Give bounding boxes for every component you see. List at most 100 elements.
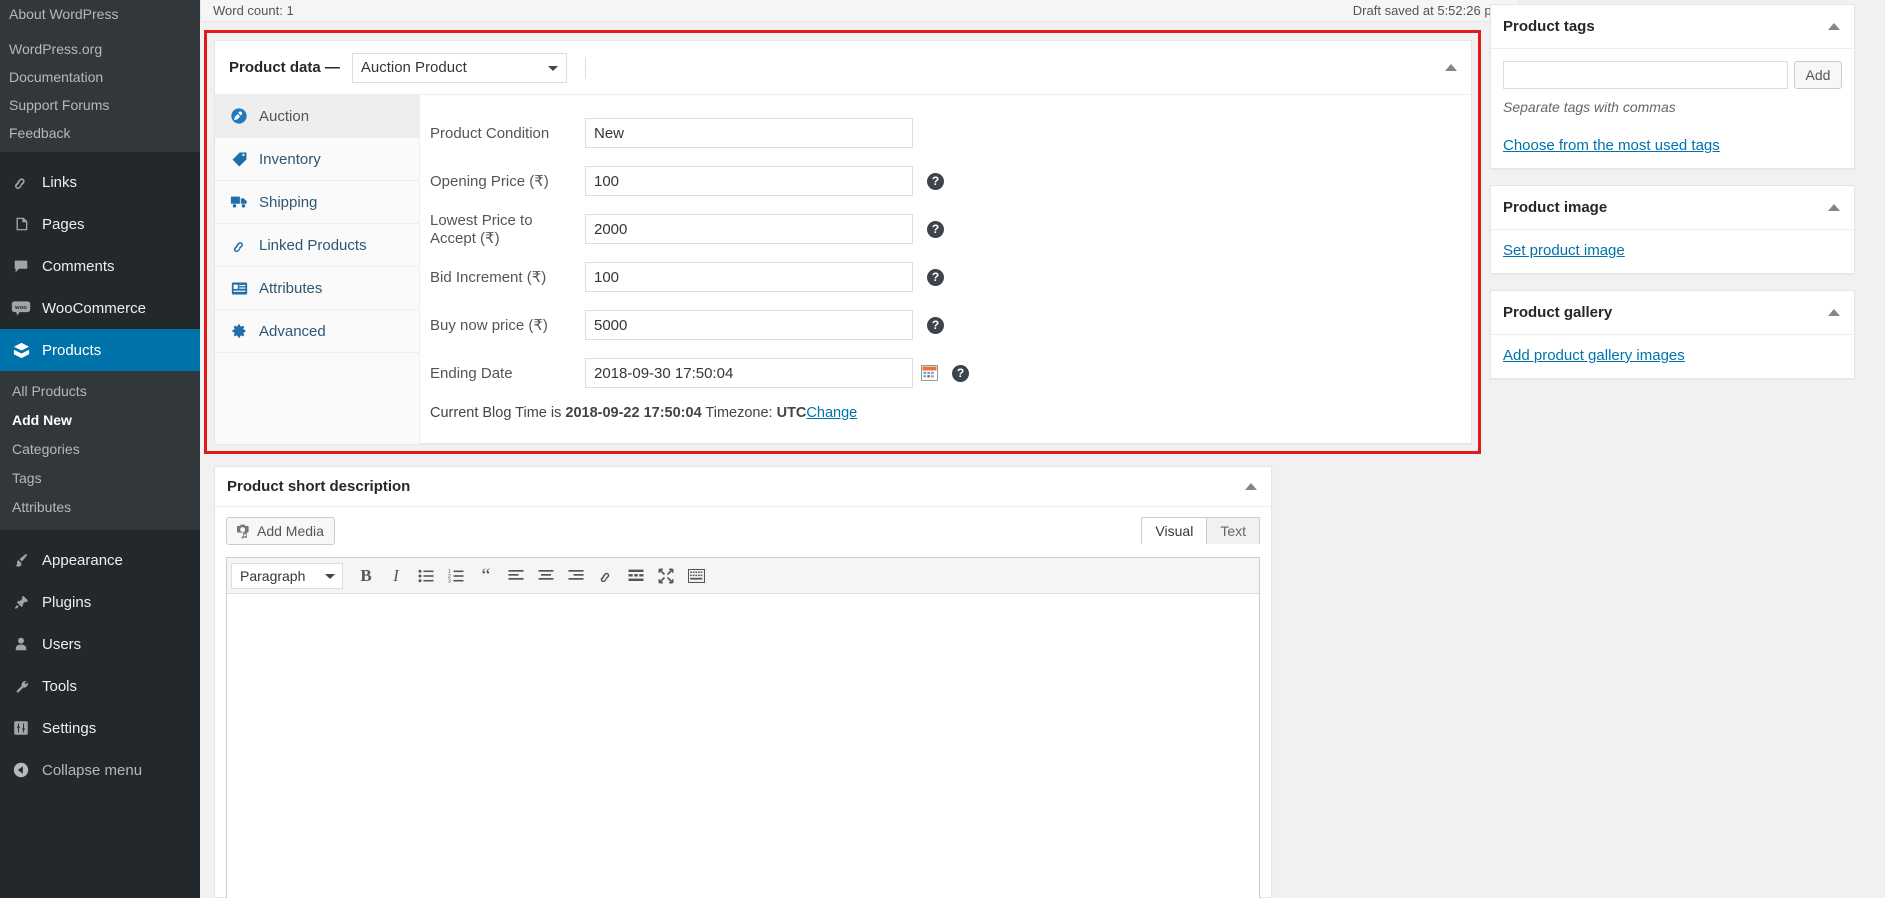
align-center-icon[interactable] — [531, 562, 561, 590]
products-submenu: All Products Add New Categories Tags Att… — [0, 371, 200, 530]
sidebar-item-label: About WordPress — [9, 6, 119, 22]
toolbar-toggle-icon[interactable] — [681, 562, 711, 590]
sidebar-item-products[interactable]: Products — [0, 329, 208, 371]
tab-label: Advanced — [259, 322, 326, 340]
product-condition-select[interactable]: New — [585, 118, 913, 148]
sidebar-item-support-forums[interactable]: Support Forums — [0, 91, 200, 119]
sidebar-item-plugins[interactable]: Plugins — [0, 581, 200, 623]
sidebar-item-links[interactable]: Links — [0, 161, 200, 203]
gear-icon — [229, 321, 249, 341]
new-tag-input[interactable] — [1503, 61, 1788, 89]
submenu-label: All Products — [12, 383, 87, 399]
add-tag-button[interactable]: Add — [1794, 61, 1842, 89]
auction-panel: Product Condition New Opening Price (₹) … — [420, 95, 1471, 444]
sidebar-item-add-new[interactable]: Add New — [0, 406, 200, 435]
sidebar-item-about-wordpress[interactable]: About WordPress — [0, 0, 200, 28]
brush-icon — [10, 549, 32, 571]
tab-advanced[interactable]: Advanced — [215, 310, 419, 353]
sidebar-item-label: Products — [42, 341, 102, 359]
lowest-price-input[interactable]: 2000 — [585, 214, 913, 244]
read-more-icon[interactable] — [621, 562, 651, 590]
product-image-title: Product image — [1503, 199, 1608, 216]
align-left-icon[interactable] — [501, 562, 531, 590]
product-gallery-toggle-button[interactable] — [1822, 301, 1846, 325]
ending-date-input[interactable]: 2018-09-30 17:50:04 — [585, 358, 913, 388]
tab-label: Attributes — [259, 279, 323, 297]
sidebar-item-feedback[interactable]: Feedback — [0, 119, 200, 147]
sidebar-item-woocommerce[interactable]: woo WooCommerce — [0, 287, 200, 329]
sidebar-item-wordpress-org[interactable]: WordPress.org — [0, 35, 200, 63]
calendar-picker-icon[interactable] — [921, 365, 938, 381]
fullscreen-icon[interactable] — [651, 562, 681, 590]
choose-most-used-tags-link[interactable]: Choose from the most used tags — [1503, 137, 1720, 154]
help-icon[interactable]: ? — [927, 220, 944, 238]
sidebar-item-label: Support Forums — [9, 97, 110, 113]
add-product-gallery-images-link[interactable]: Add product gallery images — [1503, 347, 1685, 364]
set-product-image-link[interactable]: Set product image — [1503, 242, 1625, 259]
help-icon[interactable]: ? — [927, 316, 944, 334]
paragraph-format-select[interactable]: Paragraph — [231, 562, 343, 589]
sidebar-item-documentation[interactable]: Documentation — [0, 63, 200, 91]
numbered-list-icon[interactable]: 123 — [441, 562, 471, 590]
product-gallery-header: Product gallery — [1491, 291, 1854, 335]
editor-content-area[interactable] — [227, 594, 1259, 898]
tab-attributes[interactable]: Attributes — [215, 267, 419, 310]
italic-icon[interactable]: I — [381, 562, 411, 590]
tab-inventory[interactable]: Inventory — [215, 138, 419, 181]
sidebar-item-label: Pages — [42, 215, 85, 233]
bid-increment-input[interactable]: 100 — [585, 262, 913, 292]
product-tags-toggle-button[interactable] — [1822, 15, 1846, 39]
sidebar-item-settings[interactable]: Settings — [0, 707, 200, 749]
product-data-header: Product data — Auction Product — [215, 41, 1471, 95]
tab-label: Inventory — [259, 150, 321, 168]
tab-text[interactable]: Text — [1206, 517, 1260, 544]
sidebar-item-tags[interactable]: Tags — [0, 464, 200, 493]
products-icon — [10, 339, 32, 361]
buy-now-price-input[interactable]: 5000 — [585, 310, 913, 340]
sidebar-item-comments[interactable]: Comments — [0, 245, 200, 287]
tab-visual[interactable]: Visual — [1141, 517, 1208, 544]
add-media-button[interactable]: Add Media — [226, 517, 335, 545]
product-tags-panel: Product tags Add Separate tags with comm… — [1490, 4, 1855, 169]
collapse-menu-button[interactable]: Collapse menu — [0, 749, 200, 791]
product-short-description-panel: Product short description Add Media Visu… — [214, 466, 1272, 898]
product-image-body: Set product image — [1491, 230, 1854, 273]
product-type-select[interactable]: Auction Product — [351, 52, 567, 83]
tab-linked-products[interactable]: Linked Products — [215, 224, 419, 267]
product-data-toggle-button[interactable] — [1439, 56, 1463, 80]
change-timezone-link[interactable]: Change — [806, 405, 857, 421]
submenu-label: Tags — [12, 470, 42, 486]
caret-up-icon — [1245, 483, 1257, 490]
word-count-label: Word count: 1 — [213, 3, 294, 18]
field-value: 100 — [594, 268, 620, 286]
sidebar-item-appearance[interactable]: Appearance — [0, 539, 200, 581]
help-icon[interactable]: ? — [927, 172, 944, 190]
sidebar-item-product-attributes[interactable]: Attributes — [0, 493, 200, 522]
field-label: Buy now price (₹) — [430, 317, 548, 334]
sidebar-item-users[interactable]: Users — [0, 623, 200, 665]
tab-auction[interactable]: Auction — [215, 95, 419, 138]
bulleted-list-icon[interactable] — [411, 562, 441, 590]
admin-sidebar: About WordPress WordPress.org Documentat… — [0, 0, 208, 898]
short-description-toggle-button[interactable] — [1239, 475, 1263, 499]
tab-label: Visual — [1155, 523, 1194, 539]
tab-shipping[interactable]: Shipping — [215, 181, 419, 224]
sliders-icon — [10, 717, 32, 739]
inventory-tag-icon — [229, 149, 249, 169]
svg-text:3: 3 — [448, 578, 451, 582]
blog-time-value: 2018-09-22 17:50:04 — [565, 405, 702, 421]
help-icon[interactable]: ? — [927, 268, 944, 286]
align-right-icon[interactable] — [561, 562, 591, 590]
sidebar-item-all-products[interactable]: All Products — [0, 377, 200, 406]
insert-link-icon[interactable] — [591, 562, 621, 590]
sidebar-item-categories[interactable]: Categories — [0, 435, 200, 464]
help-icon[interactable]: ? — [952, 364, 969, 382]
blockquote-icon[interactable]: “ — [471, 562, 501, 590]
sidebar-item-pages[interactable]: Pages — [0, 203, 200, 245]
product-image-toggle-button[interactable] — [1822, 196, 1846, 220]
opening-price-input[interactable]: 100 — [585, 166, 913, 196]
sidebar-item-tools[interactable]: Tools — [0, 665, 200, 707]
word-count-bar: Word count: 1 Draft saved at 5:52:26 pm. — [200, 0, 1519, 22]
bold-icon[interactable]: B — [351, 562, 381, 590]
sidebar-item-label: Plugins — [42, 593, 92, 611]
